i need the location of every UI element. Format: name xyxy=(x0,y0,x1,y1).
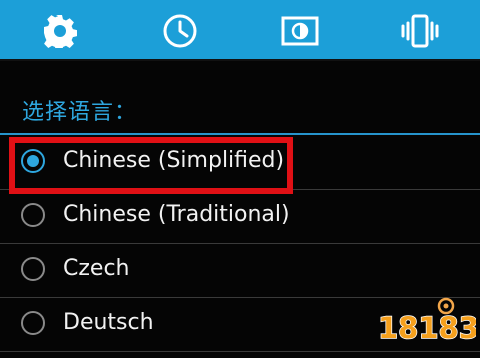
brightness-button[interactable] xyxy=(270,0,330,61)
settings-button[interactable] xyxy=(30,0,90,61)
svg-text:18183: 18183 xyxy=(378,311,476,345)
language-option-chinese-traditional[interactable]: Chinese (Traditional) xyxy=(0,190,480,244)
gear-icon xyxy=(44,14,77,48)
language-settings-screen: 选择语言： Chinese (Simplified) Chinese (Trad… xyxy=(0,0,480,358)
title-divider xyxy=(0,133,480,135)
radio-button[interactable] xyxy=(21,257,45,281)
dialog-title: 选择语言： xyxy=(22,100,138,125)
language-option-label: Czech xyxy=(63,256,130,281)
clock-button[interactable] xyxy=(150,0,210,61)
language-option-label: Chinese (Traditional) xyxy=(63,202,290,227)
language-option-czech[interactable]: Czech xyxy=(0,244,480,298)
clock-icon xyxy=(163,14,197,47)
watermark-logo: 18183 xyxy=(377,297,476,346)
brightness-icon xyxy=(281,16,319,45)
vibrate-button[interactable] xyxy=(390,0,450,61)
vibrate-icon xyxy=(401,14,439,47)
radio-button[interactable] xyxy=(21,311,45,335)
highlight-annotation-box xyxy=(9,137,293,194)
language-option-label: Deutsch xyxy=(63,310,154,335)
top-toolbar xyxy=(0,0,480,61)
radio-button[interactable] xyxy=(21,203,45,227)
